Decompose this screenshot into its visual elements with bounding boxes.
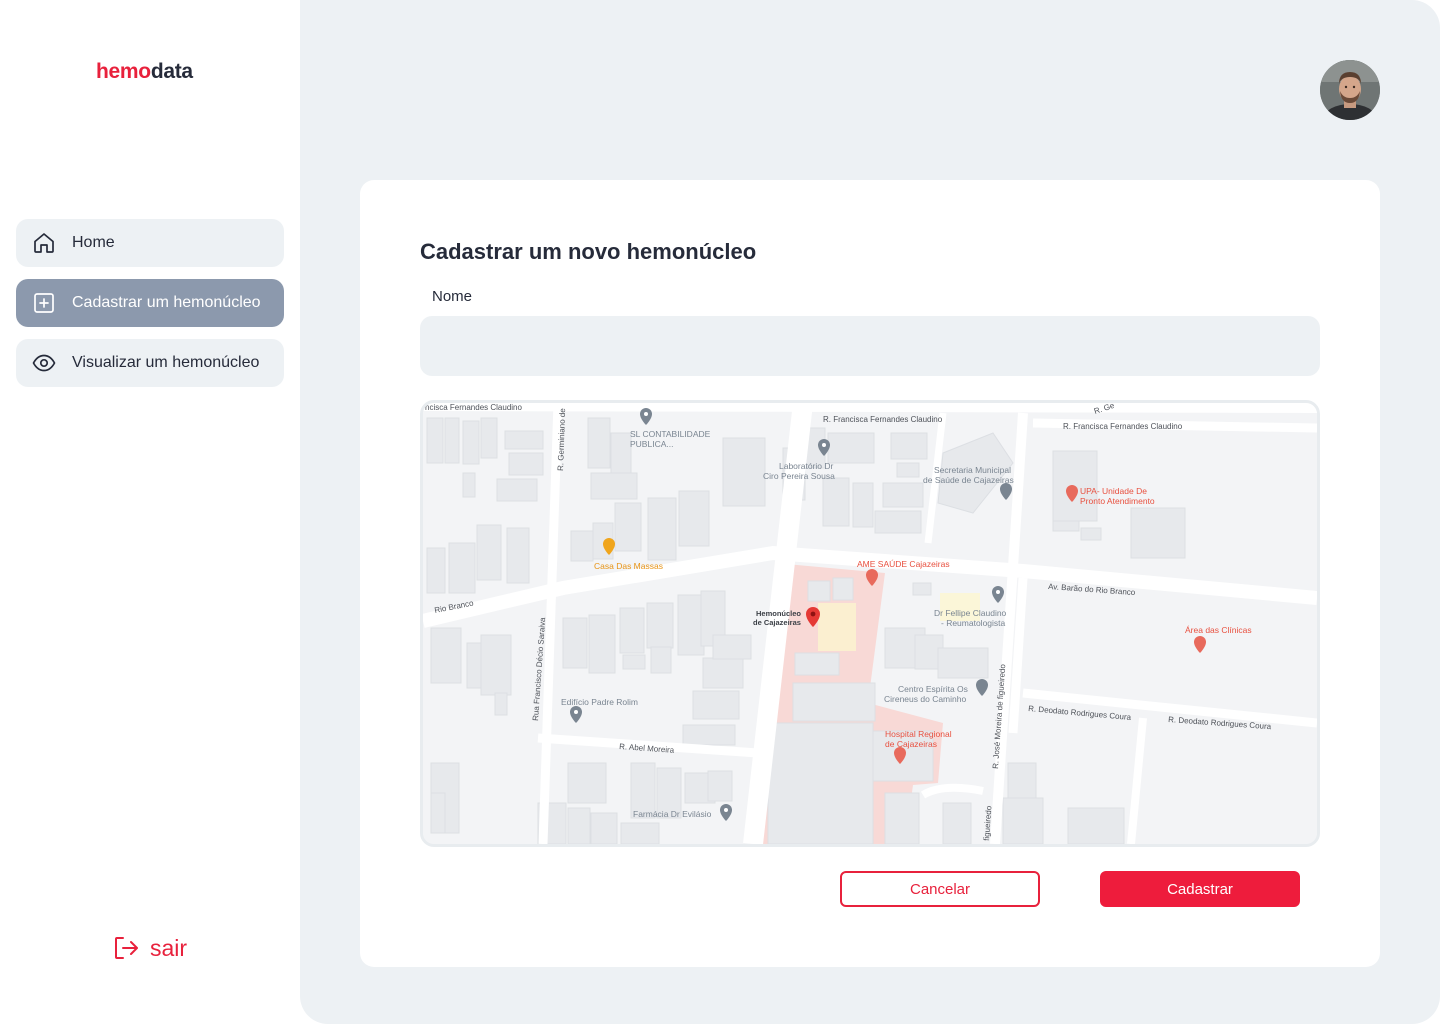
place-label: Secretaria Municipal <box>934 465 1011 475</box>
place-label: - Reumatologista <box>941 618 1006 628</box>
name-label: Nome <box>432 288 473 305</box>
place-label: Cireneus do Caminho <box>884 694 966 704</box>
sidebar-item-label: Visualizar um hemonúcleo <box>72 354 260 371</box>
place-label: Centro Espírita Os <box>898 684 968 694</box>
location-map[interactable]: R. Francisca Fernandes Claudino R. Franc… <box>420 400 1320 847</box>
sidebar-item-label: Home <box>72 234 115 251</box>
place-label: Pronto Atendimento <box>1080 496 1155 506</box>
sidebar-item-cadastrar[interactable]: Cadastrar um hemonúcleo <box>16 279 284 327</box>
page-title: Cadastrar um novo hemonúcleo <box>420 239 757 264</box>
place-label: de Cajazeiras <box>753 618 801 627</box>
place-label: Hemonúcleo <box>756 609 801 618</box>
place-label: Área das Clínicas <box>1185 625 1252 635</box>
sidebar-item-home[interactable]: Home <box>16 219 284 267</box>
logout-label: sair <box>150 934 188 961</box>
eye-icon <box>32 351 56 375</box>
place-label: de Saúde de Cajazeiras <box>923 475 1014 485</box>
place-label: UPA- Unidade De <box>1080 486 1147 496</box>
sidebar-item-label: Cadastrar um hemonúcleo <box>72 294 261 311</box>
home-icon <box>32 231 56 255</box>
sidebar-item-visualizar[interactable]: Visualizar um hemonúcleo <box>16 339 284 387</box>
submit-button[interactable]: Cadastrar <box>1100 871 1300 907</box>
plus-square-icon <box>32 291 56 315</box>
sidebar-nav: Home Cadastrar um hemonúcleo Visualizar … <box>16 219 284 399</box>
street-label: R. Francisca Fernandes Claudino <box>1063 422 1183 431</box>
hemodata-logo[interactable]: hemodata <box>96 60 193 84</box>
sidebar: hemodata Home Cadastrar um hemonúcleo Vi… <box>0 0 300 1024</box>
map-canvas: R. Francisca Fernandes Claudino R. Franc… <box>423 403 1317 844</box>
logout-icon <box>115 937 138 959</box>
place-label: Casa Das Massas <box>594 561 663 571</box>
place-label: Dr Fellipe Claudino <box>934 608 1007 618</box>
street-label: ncisca Fernandes Claudino <box>425 403 522 412</box>
logo-text-hemo: hemo <box>96 60 151 83</box>
avatar-photo <box>1320 60 1380 120</box>
street-label: R. Francisca Fernandes Claudino <box>823 415 943 424</box>
place-label: PUBLICA... <box>630 439 673 449</box>
user-avatar[interactable] <box>1320 60 1380 120</box>
place-label: SL CONTABILIDADE <box>630 429 711 439</box>
place-label: Hospital Regional <box>885 729 952 739</box>
place-label: Farmácia Dr Evilásio <box>633 809 712 819</box>
name-input[interactable] <box>420 316 1320 376</box>
register-card: Cadastrar um novo hemonúcleo Nome R. Fra… <box>360 180 1380 967</box>
logout-button[interactable]: sair <box>112 934 187 962</box>
logo-text-data: data <box>150 60 193 83</box>
place-label: Edifício Padre Rolim <box>561 697 638 707</box>
place-label: de Cajazeiras <box>885 739 937 749</box>
place-label: AME SAÚDE Cajazeiras <box>857 559 950 569</box>
place-label: Ciro Pereira Sousa <box>763 471 835 481</box>
cancel-button[interactable]: Cancelar <box>840 871 1040 907</box>
place-label: Laboratório Dr <box>779 461 834 471</box>
